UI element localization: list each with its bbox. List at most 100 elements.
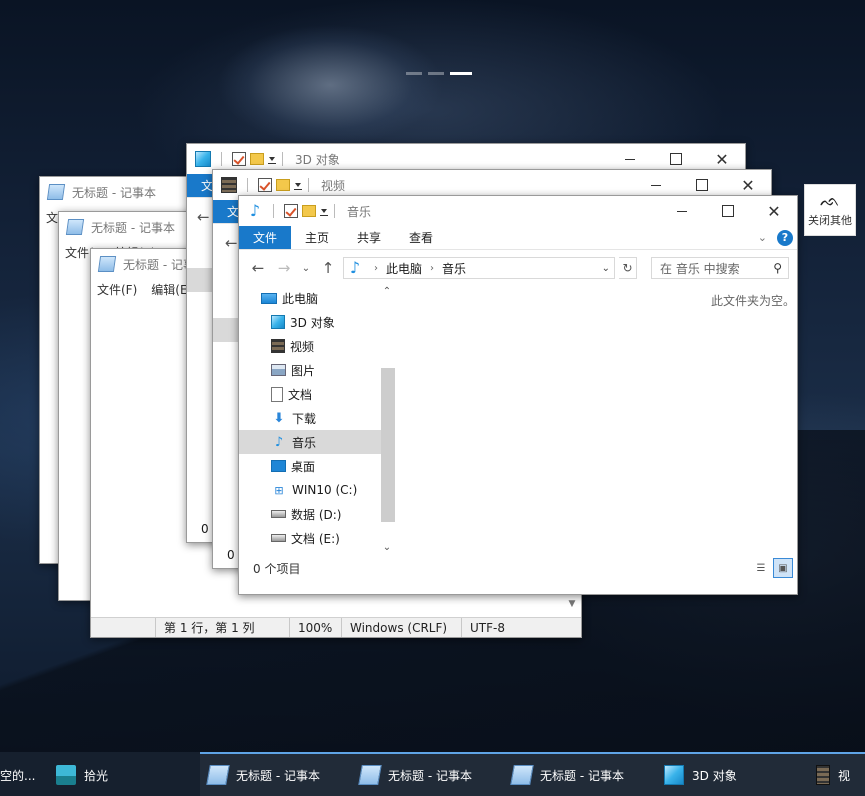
taskbar-item-notepad-2[interactable]: 无标题 - 记事本 (352, 752, 504, 796)
nav-item-videos[interactable]: 视频 (239, 334, 395, 358)
taskbar-label: 无标题 - 记事本 (236, 768, 320, 783)
status-zoom: 100% (289, 618, 341, 637)
explorer-titlebar[interactable]: ♪ 音乐 ✕ (239, 196, 797, 226)
pager-dot-active[interactable] (450, 72, 472, 75)
status-item-count: 0 个项目 (253, 561, 301, 576)
drive-icon (271, 510, 286, 518)
help-icon[interactable]: ? (777, 229, 793, 246)
status-encoding: UTF-8 (461, 618, 513, 637)
nav-label: 文档 (288, 387, 313, 402)
status-item-count: 0 (227, 548, 235, 562)
scroll-down-icon[interactable]: ⌄ (379, 542, 395, 553)
taskbar-label: 空的... (0, 768, 36, 783)
nav-item-drive-c[interactable]: ⊞ WIN10 (C:) (239, 478, 395, 502)
address-dropdown-icon[interactable]: ⌄ (596, 262, 614, 274)
ribbon-tab-home[interactable]: 主页 (291, 226, 343, 249)
explorer-window-music[interactable]: ♪ 音乐 ✕ 文件 主页 共享 查看 ⌄ ? ← → ⌄ ↑ ♪ › 此电脑 ›… (238, 195, 798, 595)
ribbon-tabs: 文件 主页 共享 查看 ⌄ ? (239, 226, 797, 250)
properties-icon[interactable] (284, 204, 298, 218)
taskbar-item-videos[interactable]: 视 (808, 752, 865, 796)
nav-item-downloads[interactable]: ⬇ 下载 (239, 406, 395, 430)
chevron-right-icon[interactable]: › (374, 263, 378, 274)
properties-icon[interactable] (232, 152, 246, 166)
minimize-button[interactable] (659, 196, 705, 226)
drive-icon (271, 534, 286, 542)
customize-qat-icon[interactable] (268, 154, 276, 164)
taskbar-item-photo-app[interactable]: 拾光 (48, 752, 200, 796)
new-folder-icon[interactable] (250, 153, 264, 165)
notepad-titlebar[interactable]: 无标题 - 记事本 (40, 177, 198, 207)
ribbon-tab-file[interactable]: 文件 (239, 226, 292, 249)
back-arrow-icon[interactable]: ← (197, 208, 210, 226)
properties-icon[interactable] (258, 178, 272, 192)
nav-scrollbar[interactable]: ⌃ ⌄ (379, 286, 395, 556)
scroll-down-arrow[interactable]: ▼ (565, 599, 579, 615)
task-view-pager[interactable] (406, 72, 472, 75)
picture-icon (271, 364, 286, 376)
notepad-icon (358, 765, 382, 785)
photo-app-icon (56, 765, 76, 785)
recent-locations-icon[interactable]: ⌄ (299, 257, 313, 279)
nav-label: 音乐 (292, 435, 317, 450)
download-icon: ⬇ (273, 410, 285, 426)
nav-item-drive-d[interactable]: 数据 (D:) (239, 502, 395, 526)
nav-item-documents[interactable]: 文档 (239, 382, 395, 406)
taskbar-item-3d-objects[interactable]: 3D 对象 (656, 752, 808, 796)
nav-item-3d-objects[interactable]: 3D 对象 (239, 310, 395, 334)
pager-dot[interactable] (428, 72, 444, 75)
notepad-icon (97, 256, 117, 272)
menu-file[interactable]: 文 (46, 209, 58, 226)
back-arrow-icon[interactable]: ← (225, 234, 238, 252)
chevron-right-icon[interactable]: › (430, 263, 434, 274)
address-bar[interactable]: ♪ › 此电脑 › 音乐 ⌄ (343, 257, 615, 279)
cube-icon (195, 151, 211, 167)
empty-folder-message: 此文件夹为空。 (711, 294, 796, 308)
nav-item-music[interactable]: ♪ 音乐 (239, 430, 395, 454)
new-folder-icon[interactable] (302, 205, 316, 217)
refresh-icon[interactable]: ↻ (619, 257, 637, 279)
quick-access-toolbar (271, 204, 341, 218)
customize-qat-icon[interactable] (320, 206, 328, 216)
ribbon-tab-share[interactable]: 共享 (343, 226, 395, 249)
new-folder-icon[interactable] (276, 179, 290, 191)
breadcrumb-this-pc[interactable]: 此电脑 (386, 260, 422, 277)
search-box[interactable]: 在 音乐 中搜索 ⚲ (651, 257, 789, 279)
nav-selection (187, 268, 213, 292)
taskbar-label: 拾光 (84, 768, 109, 783)
notepad-icon (65, 219, 85, 235)
close-others-button[interactable]: ᨒ 关闭其他 (804, 184, 856, 236)
maximize-button[interactable] (705, 196, 751, 226)
taskbar-item-folder[interactable]: 空的... (0, 752, 48, 796)
pager-dot[interactable] (406, 72, 422, 75)
nav-item-this-pc[interactable]: 此电脑 (239, 286, 395, 310)
breadcrumb-music[interactable]: 音乐 (442, 260, 466, 277)
nav-item-desktop[interactable]: 桌面 (239, 454, 395, 478)
nav-label: 视频 (290, 339, 315, 354)
menu-file[interactable]: 文件(F) (97, 281, 137, 298)
taskbar-item-notepad-1[interactable]: 无标题 - 记事本 (200, 752, 352, 796)
nav-item-pictures[interactable]: 图片 (239, 358, 395, 382)
up-arrow-icon[interactable]: ↑ (317, 257, 339, 279)
music-icon: ♪ (349, 258, 361, 277)
nav-label: 图片 (291, 363, 316, 378)
document-icon (271, 386, 283, 402)
video-icon (816, 765, 830, 785)
customize-qat-icon[interactable] (294, 180, 302, 190)
taskbar-item-notepad-3[interactable]: 无标题 - 记事本 (504, 752, 656, 796)
window-title: 无标题 - 记事本 (72, 185, 156, 200)
file-list-area[interactable]: 此文件夹为空。 (395, 286, 797, 556)
nav-label: 数据 (D:) (291, 507, 342, 522)
ribbon-tab-view[interactable]: 查看 (395, 226, 447, 249)
quick-access-toolbar (245, 178, 315, 192)
scroll-thumb[interactable] (381, 368, 395, 522)
close-button[interactable]: ✕ (751, 196, 797, 226)
desktop-icon (271, 460, 286, 472)
expand-ribbon-icon[interactable]: ⌄ (758, 231, 767, 244)
back-arrow-icon[interactable]: ← (247, 257, 269, 279)
nav-item-drive-e[interactable]: 文档 (E:) (239, 526, 395, 550)
large-icons-view-icon[interactable]: ▣ (773, 558, 793, 578)
music-icon: ♪ (274, 434, 284, 450)
scroll-up-icon[interactable]: ⌃ (379, 286, 395, 297)
details-view-icon[interactable]: ☰ (751, 558, 771, 578)
forward-arrow-icon[interactable]: → (273, 257, 295, 279)
